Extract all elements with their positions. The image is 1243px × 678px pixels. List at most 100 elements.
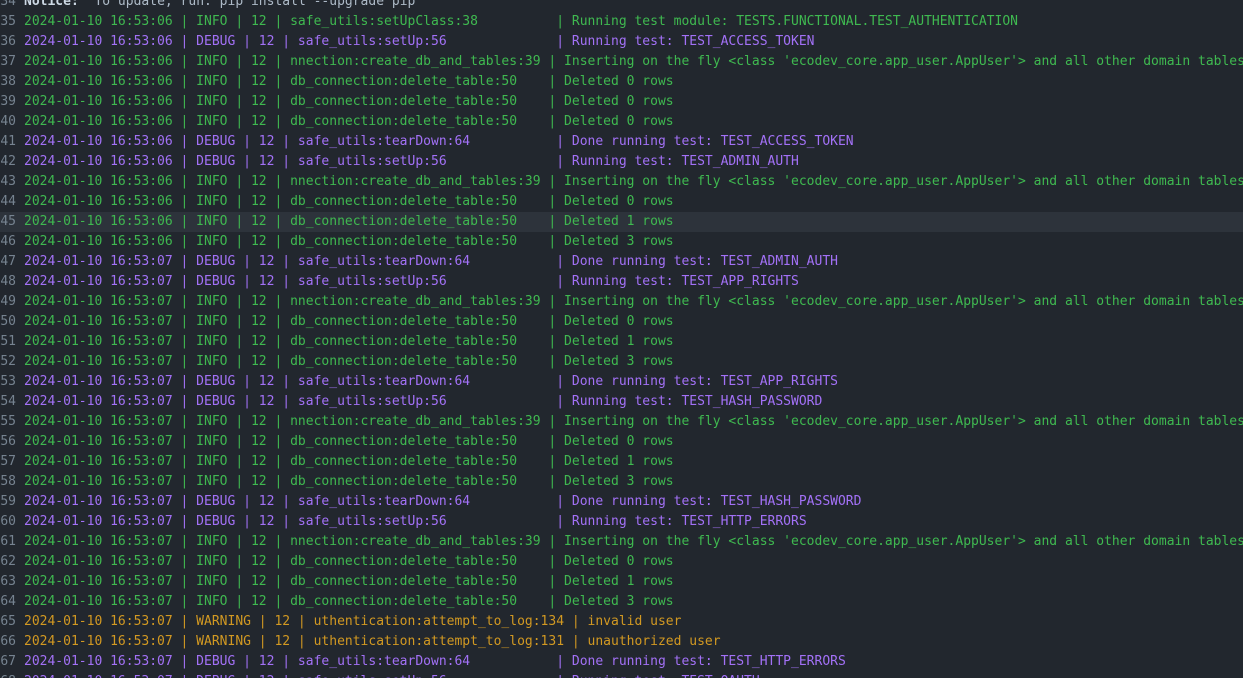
log-line-text: 2024-01-10 16:53:07 | INFO | 12 | db_con… — [24, 314, 674, 329]
line-number: 34 — [0, 0, 16, 9]
line-number: 63 — [0, 574, 16, 589]
log-line[interactable]: 54 2024-01-10 16:53:07 | DEBUG | 12 | saf… — [0, 392, 1243, 412]
log-line[interactable]: 47 2024-01-10 16:53:07 | DEBUG | 12 | saf… — [0, 252, 1243, 272]
line-number: 42 — [0, 154, 16, 169]
line-number: 51 — [0, 334, 16, 349]
line-number: 43 — [0, 174, 16, 189]
line-number: 46 — [0, 234, 16, 249]
log-line[interactable]: 40 2024-01-10 16:53:06 | INFO | 12 | db_c… — [0, 112, 1243, 132]
notice-text: To update, run: pip install --upgrade pi… — [78, 0, 416, 9]
log-line-text: 2024-01-10 16:53:06 | INFO | 12 | safe_u… — [24, 14, 1018, 29]
log-line-text: 2024-01-10 16:53:06 | DEBUG | 12 | safe_… — [24, 154, 799, 169]
log-line-text: 2024-01-10 16:53:07 | DEBUG | 12 | safe_… — [24, 394, 823, 409]
log-line[interactable]: 63 2024-01-10 16:53:07 | INFO | 12 | db_c… — [0, 572, 1243, 592]
line-number: 56 — [0, 434, 16, 449]
line-number: 53 — [0, 374, 16, 389]
log-line-text: 2024-01-10 16:53:07 | INFO | 12 | nnecti… — [24, 294, 1243, 309]
log-line[interactable]: 46 2024-01-10 16:53:06 | INFO | 12 | db_c… — [0, 232, 1243, 252]
log-line-text: 2024-01-10 16:53:07 | INFO | 12 | db_con… — [24, 474, 674, 489]
log-line[interactable]: 56 2024-01-10 16:53:07 | INFO | 12 | db_c… — [0, 432, 1243, 452]
log-line[interactable]: 64 2024-01-10 16:53:07 | INFO | 12 | db_c… — [0, 592, 1243, 612]
log-line[interactable]: 43 2024-01-10 16:53:06 | INFO | 12 | nnec… — [0, 172, 1243, 192]
line-number: 36 — [0, 34, 16, 49]
log-line[interactable]: 53 2024-01-10 16:53:07 | DEBUG | 12 | saf… — [0, 372, 1243, 392]
log-line[interactable]: 57 2024-01-10 16:53:07 | INFO | 12 | db_c… — [0, 452, 1243, 472]
log-line[interactable]: 58 2024-01-10 16:53:07 | INFO | 12 | db_c… — [0, 472, 1243, 492]
log-line-text: 2024-01-10 16:53:06 | INFO | 12 | db_con… — [24, 114, 674, 129]
line-number: 50 — [0, 314, 16, 329]
log-line-text: 2024-01-10 16:53:07 | INFO | 12 | db_con… — [24, 354, 674, 369]
line-number: 39 — [0, 94, 16, 109]
log-line[interactable]: 49 2024-01-10 16:53:07 | INFO | 12 | nnec… — [0, 292, 1243, 312]
line-number: 65 — [0, 614, 16, 629]
log-line[interactable]: 682024-01-10 16:53:07 | DEBUG | 12 | saf… — [0, 672, 1243, 678]
log-line-text: 2024-01-10 16:53:07 | INFO | 12 | db_con… — [24, 594, 674, 609]
log-line-text: 2024-01-10 16:53:06 | INFO | 12 | nnecti… — [24, 174, 1243, 189]
log-line[interactable]: 38 2024-01-10 16:53:06 | INFO | 12 | db_c… — [0, 72, 1243, 92]
line-number: 52 — [0, 354, 16, 369]
log-line-text: 2024-01-10 16:53:07 | DEBUG | 12 | safe_… — [16, 672, 1243, 678]
line-number: 66 — [0, 634, 16, 649]
log-line[interactable]: 37 2024-01-10 16:53:06 | INFO | 12 | nnec… — [0, 52, 1243, 72]
log-line[interactable]: 34 Notice: To update, run: pip install --… — [0, 0, 1243, 12]
log-line-text: 2024-01-10 16:53:07 | INFO | 12 | db_con… — [24, 434, 674, 449]
log-line[interactable]: 50 2024-01-10 16:53:07 | INFO | 12 | db_c… — [0, 312, 1243, 332]
log-line[interactable]: 41 2024-01-10 16:53:06 | DEBUG | 12 | saf… — [0, 132, 1243, 152]
log-line-text: 2024-01-10 16:53:07 | INFO | 12 | db_con… — [24, 574, 674, 589]
log-line-text: 2024-01-10 16:53:07 | DEBUG | 12 | safe_… — [24, 374, 838, 389]
line-number: 40 — [0, 114, 16, 129]
log-line[interactable]: 60 2024-01-10 16:53:07 | DEBUG | 12 | saf… — [0, 512, 1243, 532]
log-line-text: 2024-01-10 16:53:07 | INFO | 12 | db_con… — [24, 554, 674, 569]
log-line[interactable]: 61 2024-01-10 16:53:07 | INFO | 12 | nnec… — [0, 532, 1243, 552]
line-number: 67 — [0, 654, 16, 669]
line-number: 37 — [0, 54, 16, 69]
line-number: 45 — [0, 214, 16, 229]
log-line-text: 2024-01-10 16:53:07 | DEBUG | 12 | safe_… — [24, 514, 807, 529]
log-line-text: 2024-01-10 16:53:07 | INFO | 12 | db_con… — [24, 454, 674, 469]
line-number: 35 — [0, 14, 16, 29]
log-line-text: 2024-01-10 16:53:06 | INFO | 12 | db_con… — [24, 234, 674, 249]
line-number: 60 — [0, 514, 16, 529]
log-line-text: 2024-01-10 16:53:06 | DEBUG | 12 | safe_… — [24, 134, 854, 149]
log-line-text: 2024-01-10 16:53:07 | INFO | 12 | nnecti… — [24, 534, 1243, 549]
line-number: 57 — [0, 454, 16, 469]
log-line[interactable]: 45 2024-01-10 16:53:06 | INFO | 12 | db_c… — [0, 212, 1243, 232]
log-line[interactable]: 35 2024-01-10 16:53:06 | INFO | 12 | safe… — [0, 12, 1243, 32]
log-line-text: 2024-01-10 16:53:07 | WARNING | 12 | uth… — [24, 614, 682, 629]
line-number: 68 — [0, 672, 16, 678]
log-line[interactable]: 42 2024-01-10 16:53:06 | DEBUG | 12 | saf… — [0, 152, 1243, 172]
line-number: 58 — [0, 474, 16, 489]
log-line-text: 2024-01-10 16:53:06 | INFO | 12 | nnecti… — [24, 54, 1243, 69]
log-line[interactable]: 55 2024-01-10 16:53:07 | INFO | 12 | nnec… — [0, 412, 1243, 432]
log-output-pane[interactable]: 34 Notice: To update, run: pip install --… — [0, 0, 1243, 678]
log-line-text: 2024-01-10 16:53:07 | DEBUG | 12 | safe_… — [24, 274, 799, 289]
line-number: 38 — [0, 74, 16, 89]
log-line[interactable]: 39 2024-01-10 16:53:06 | INFO | 12 | db_c… — [0, 92, 1243, 112]
log-line[interactable]: 67 2024-01-10 16:53:07 | DEBUG | 12 | saf… — [0, 652, 1243, 672]
line-number: 64 — [0, 594, 16, 609]
line-number: 62 — [0, 554, 16, 569]
log-line[interactable]: 66 2024-01-10 16:53:07 | WARNING | 12 | u… — [0, 632, 1243, 652]
line-number: 41 — [0, 134, 16, 149]
log-line-text: 2024-01-10 16:53:07 | INFO | 12 | nnecti… — [24, 414, 1243, 429]
line-number: 54 — [0, 394, 16, 409]
line-number: 55 — [0, 414, 16, 429]
log-line-text: 2024-01-10 16:53:06 | INFO | 12 | db_con… — [24, 74, 674, 89]
log-line[interactable]: 51 2024-01-10 16:53:07 | INFO | 12 | db_c… — [0, 332, 1243, 352]
log-line-text: Notice: To update, run: pip install --up… — [16, 0, 1243, 12]
log-line-text: 2024-01-10 16:53:07 | INFO | 12 | db_con… — [24, 334, 674, 349]
log-line[interactable]: 59 2024-01-10 16:53:07 | DEBUG | 12 | saf… — [0, 492, 1243, 512]
log-line[interactable]: 65 2024-01-10 16:53:07 | WARNING | 12 | u… — [0, 612, 1243, 632]
log-line[interactable]: 48 2024-01-10 16:53:07 | DEBUG | 12 | saf… — [0, 272, 1243, 292]
line-number: 59 — [0, 494, 16, 509]
log-line-text: 2024-01-10 16:53:06 | DEBUG | 12 | safe_… — [24, 34, 815, 49]
log-line[interactable]: 52 2024-01-10 16:53:07 | INFO | 12 | db_c… — [0, 352, 1243, 372]
log-line-text: 2024-01-10 16:53:07 | WARNING | 12 | uth… — [24, 634, 721, 649]
line-number: 48 — [0, 274, 16, 289]
log-line[interactable]: 44 2024-01-10 16:53:06 | INFO | 12 | db_c… — [0, 192, 1243, 212]
log-line[interactable]: 62 2024-01-10 16:53:07 | INFO | 12 | db_c… — [0, 552, 1243, 572]
log-line-text: 2024-01-10 16:53:06 | INFO | 12 | db_con… — [24, 214, 674, 229]
line-number: 47 — [0, 254, 16, 269]
log-line[interactable]: 36 2024-01-10 16:53:06 | DEBUG | 12 | saf… — [0, 32, 1243, 52]
log-line-text: 2024-01-10 16:53:06 | INFO | 12 | db_con… — [24, 194, 674, 209]
